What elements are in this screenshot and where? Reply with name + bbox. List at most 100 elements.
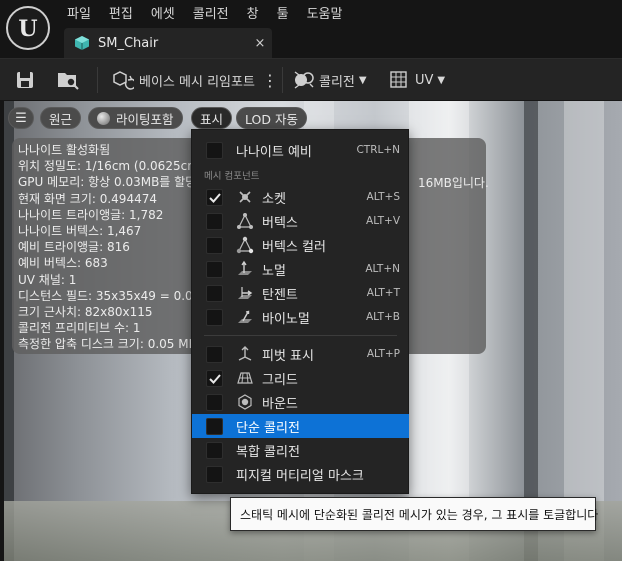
- chevron-down-icon: ▼: [437, 74, 446, 86]
- perspective-label: 원근: [49, 111, 73, 127]
- reimport-label: 베이스 메시 리임포트: [139, 74, 255, 90]
- menu-collision[interactable]: 콜리전: [184, 3, 238, 22]
- unreal-logo-icon[interactable]: U: [6, 6, 50, 50]
- uv-grid-icon: [390, 71, 407, 88]
- tangent-icon: [238, 287, 253, 299]
- lod-button[interactable]: LOD 자동: [236, 107, 307, 129]
- uv-dropdown[interactable]: UV ▼: [389, 59, 445, 101]
- menu-window[interactable]: 창: [238, 3, 268, 22]
- shortcut-label: ALT+P: [366, 348, 400, 360]
- browse-folder-icon: [58, 73, 79, 90]
- checkbox[interactable]: [206, 188, 223, 206]
- browse-asset-button[interactable]: [56, 59, 80, 101]
- menu-item-label: 버텍스: [262, 215, 298, 231]
- bounds-icon: [238, 394, 252, 410]
- menu-item-vertex[interactable]: 버텍스 ALT+V: [192, 209, 409, 233]
- menu-item-label: 피지컬 머티리얼 마스크: [236, 468, 364, 484]
- menu-file[interactable]: 파일: [58, 3, 100, 22]
- toolbar-divider: [97, 67, 98, 93]
- viewport-options-button[interactable]: ☰: [8, 107, 34, 129]
- checkbox[interactable]: [206, 345, 223, 363]
- menu-item-label: 단순 콜리전: [236, 420, 300, 436]
- toolbar: 베이스 메시 리임포트 ⋮ 콜리전 ▼ UV ▼: [0, 58, 622, 100]
- tooltip-text: 스태틱 메시에 단순화된 콜리전 메시가 있는 경우, 그 표시를 토글합니다: [240, 507, 599, 522]
- perspective-button[interactable]: 원근: [40, 107, 82, 129]
- normal-icon: [238, 260, 252, 275]
- checkbox[interactable]: [206, 308, 223, 326]
- checkbox[interactable]: [206, 465, 223, 483]
- menu-divider: [204, 335, 397, 336]
- grid-icon: [237, 372, 253, 384]
- collision-icon: [294, 71, 314, 89]
- menu-item-socket[interactable]: 소켓 ALT+S: [192, 185, 409, 209]
- collision-label: 콜리전: [319, 74, 355, 90]
- lod-label: LOD 자동: [245, 111, 298, 127]
- hamburger-menu-icon: ☰: [15, 110, 27, 126]
- checkbox[interactable]: [206, 417, 223, 435]
- collision-dropdown[interactable]: 콜리전 ▼: [293, 59, 367, 101]
- menu-item-label: 그리드: [262, 372, 298, 388]
- viewport-background: [564, 101, 604, 561]
- menu-item-tangent[interactable]: 탄젠트 ALT+T: [192, 281, 409, 305]
- lighting-button[interactable]: 라이팅포함: [88, 107, 183, 129]
- checkbox[interactable]: [206, 393, 223, 411]
- binormal-icon: [238, 310, 252, 323]
- menu-item-bounds[interactable]: 바운드: [192, 390, 409, 414]
- checkbox[interactable]: [206, 212, 223, 230]
- checkmark-icon: [209, 373, 221, 384]
- menu-help[interactable]: 도움말: [298, 3, 352, 22]
- menu-item-label: 피벗 표시: [262, 348, 314, 364]
- checkbox[interactable]: [206, 284, 223, 302]
- asset-tab[interactable]: SM_Chair ×: [64, 28, 272, 58]
- menu-item-label: 소켓: [262, 191, 286, 207]
- menu-item-show-pivot[interactable]: 피벗 표시 ALT+P: [192, 342, 409, 366]
- socket-icon: [239, 191, 251, 203]
- menu-item-vertex-color[interactable]: 버텍스 컬러: [192, 233, 409, 257]
- tab-title: SM_Chair: [98, 35, 159, 51]
- menu-item-complex-collision[interactable]: 복합 콜리전: [192, 438, 409, 462]
- uv-label: UV: [415, 72, 434, 88]
- shortcut-label: ALT+V: [366, 215, 400, 227]
- close-tab-icon[interactable]: ×: [248, 36, 272, 51]
- stat-line-tail: 16MB입니다.: [418, 176, 489, 190]
- menu-item-simple-collision[interactable]: 단순 콜리전: [192, 414, 409, 438]
- checkbox[interactable]: [206, 369, 223, 387]
- lighting-label: 라이팅포함: [116, 111, 174, 127]
- menu-item-label: 복합 콜리전: [236, 444, 300, 460]
- menu-edit[interactable]: 편집: [100, 3, 142, 22]
- menu-item-nanite-preview[interactable]: 나나이트 예비 CTRL+N: [192, 138, 409, 162]
- menu-item-label: 바운드: [262, 396, 298, 412]
- menu-bar: 파일 편집 에셋 콜리전 창 툴 도움말: [58, 0, 351, 24]
- menu-item-physical-material-mask[interactable]: 피지컬 머티리얼 마스크: [192, 462, 409, 486]
- checkbox[interactable]: [206, 236, 223, 254]
- static-mesh-icon: [75, 36, 89, 50]
- checkbox[interactable]: [206, 441, 223, 459]
- shortcut-label: CTRL+N: [356, 144, 400, 156]
- tooltip: 스태틱 메시에 단순화된 콜리전 메시가 있는 경우, 그 표시를 토글합니다: [230, 497, 599, 531]
- checkbox[interactable]: [206, 141, 223, 159]
- save-icon: [17, 72, 33, 88]
- checkbox[interactable]: [206, 260, 223, 278]
- menu-item-normal[interactable]: 노멀 ALT+N: [192, 257, 409, 281]
- shortcut-label: ALT+T: [366, 287, 400, 299]
- reimport-base-mesh-button[interactable]: 베이스 메시 리임포트: [112, 59, 255, 101]
- menu-item-binormal[interactable]: 바이노멀 ALT+B: [192, 305, 409, 329]
- menu-item-label: 나나이트 예비: [236, 144, 312, 160]
- shortcut-label: ALT+N: [365, 263, 400, 275]
- menu-item-label: 탄젠트: [262, 287, 298, 303]
- menu-tools[interactable]: 툴: [268, 3, 298, 22]
- more-options-icon[interactable]: ⋮: [262, 59, 278, 101]
- checkmark-icon: [209, 192, 221, 203]
- menu-item-label: 바이노멀: [262, 311, 310, 327]
- save-button[interactable]: [14, 59, 36, 101]
- toolbar-divider: [282, 67, 283, 93]
- show-label: 표시: [200, 111, 224, 127]
- viewport-background: [524, 101, 538, 561]
- menu-asset[interactable]: 에셋: [142, 3, 184, 22]
- menu-item-label: 버텍스 컬러: [262, 239, 326, 255]
- menu-item-grid[interactable]: 그리드: [192, 366, 409, 390]
- show-button[interactable]: 표시: [191, 107, 233, 129]
- show-dropdown-menu: 나나이트 예비 CTRL+N 메시 컴포넌트 소켓 ALT+S 버텍스 ALT+…: [191, 129, 409, 494]
- section-header: 메시 컴포넌트: [204, 171, 260, 182]
- lighting-icon: [97, 111, 110, 125]
